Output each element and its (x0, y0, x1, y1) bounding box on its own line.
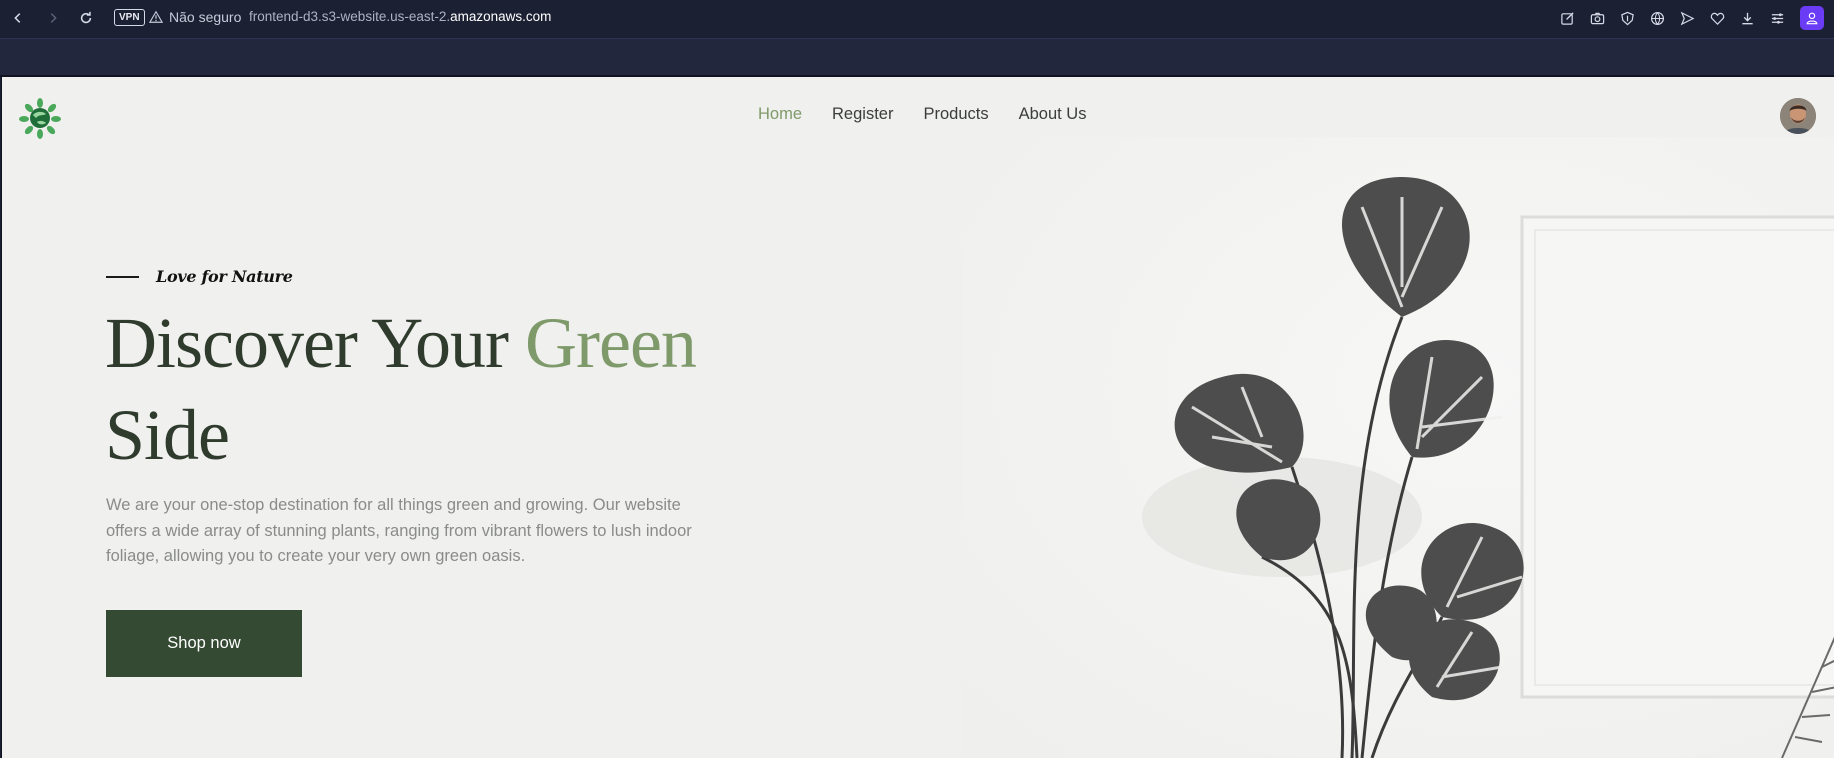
headline-text: Discover Your (105, 303, 526, 383)
back-button[interactable] (8, 9, 28, 27)
reload-button[interactable] (76, 9, 96, 27)
nav-about-us[interactable]: About Us (1019, 105, 1087, 124)
toolbar-icons (1558, 8, 1786, 28)
browser-toolbar: VPN Não seguro frontend-d3.s3-website.us… (0, 0, 1834, 36)
nav-home[interactable]: Home (758, 105, 802, 124)
heart-icon[interactable] (1708, 9, 1726, 27)
bookmarks-bar (0, 38, 1834, 77)
menu-icon[interactable] (1768, 9, 1786, 27)
edit-icon[interactable] (1558, 9, 1576, 27)
url-prefix: frontend-d3.s3-website.us-east-2. (249, 9, 451, 24)
warning-icon[interactable] (149, 10, 163, 24)
camera-icon[interactable] (1588, 9, 1606, 27)
chevron-right-icon (50, 13, 57, 23)
shield-icon[interactable] (1618, 9, 1636, 27)
profile-button[interactable] (1800, 6, 1824, 30)
chevron-left-icon (14, 13, 21, 23)
user-icon (1806, 12, 1818, 25)
tagline-divider (106, 275, 139, 278)
web-page: Home Register Products About Us Love for… (1, 77, 1834, 758)
vpn-badge[interactable]: VPN (114, 9, 145, 26)
nav-products[interactable]: Products (923, 105, 988, 124)
shop-now-button[interactable]: Shop now (106, 610, 302, 677)
tagline-row: Love for Nature (106, 267, 293, 286)
nav-register[interactable]: Register (832, 105, 893, 124)
globe-icon[interactable] (1648, 9, 1666, 27)
security-status[interactable]: Não seguro (169, 9, 241, 25)
hero-description: We are your one-stop destination for all… (106, 496, 692, 565)
hero-headline: Discover Your Green Side (105, 297, 745, 481)
url-domain: amazonaws.com (450, 9, 552, 24)
user-avatar[interactable] (1780, 98, 1816, 134)
address-bar[interactable]: frontend-d3.s3-website.us-east-2.amazona… (249, 9, 551, 24)
monstera-plant-image (962, 137, 1834, 758)
send-icon[interactable] (1678, 9, 1696, 27)
download-icon[interactable] (1738, 9, 1756, 27)
reload-icon (80, 11, 92, 24)
headline-accent: Green (525, 303, 697, 383)
main-nav: Home Register Products About Us (758, 105, 1086, 124)
headline-text-2: Side (105, 395, 230, 475)
tagline: Love for Nature (156, 267, 293, 286)
plant-globe-logo[interactable] (19, 97, 61, 139)
forward-button[interactable] (43, 9, 63, 27)
